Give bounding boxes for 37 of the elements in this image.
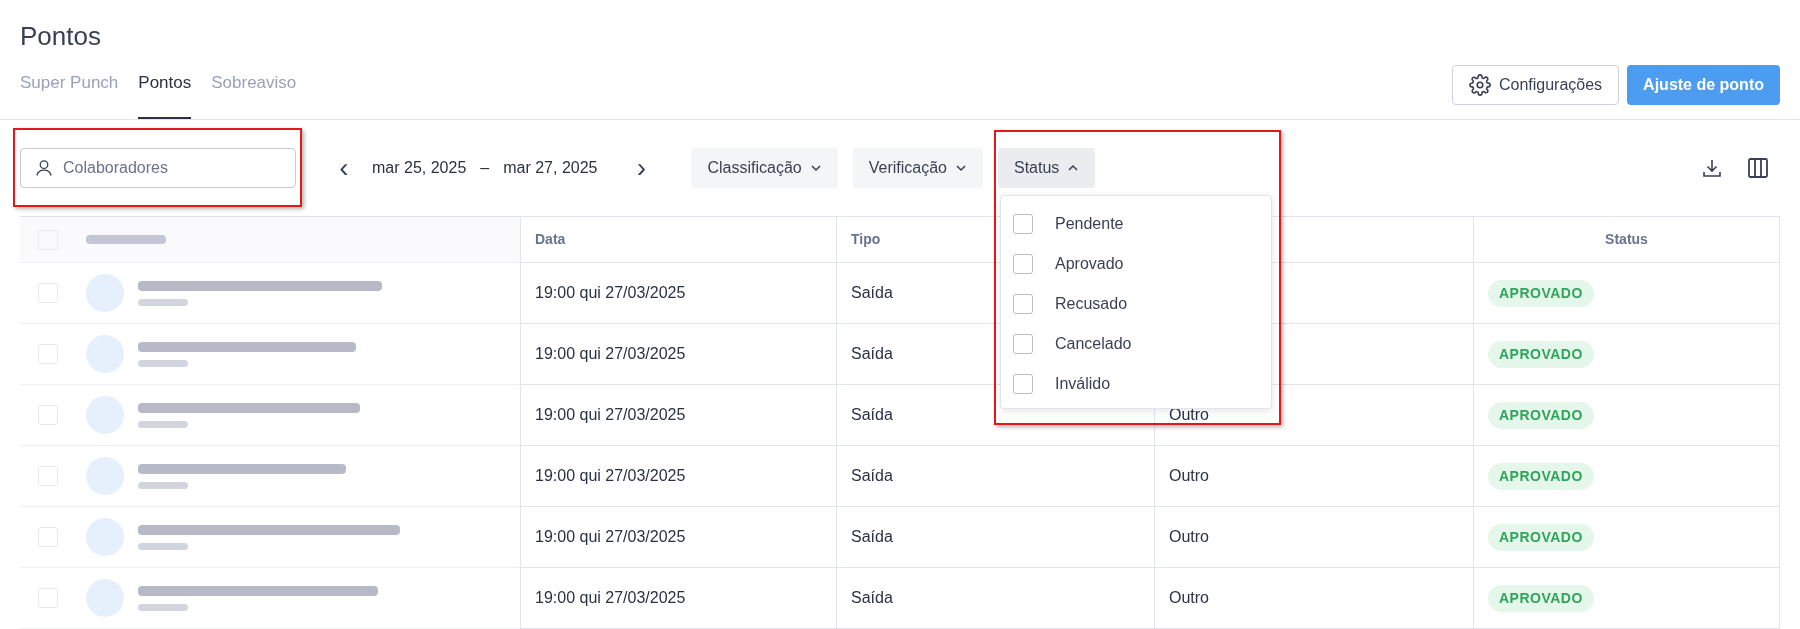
table-cell: 19:00 qui 27/03/2025 bbox=[520, 263, 836, 324]
column-header: Data bbox=[520, 217, 836, 263]
option-label[interactable]: Aprovado bbox=[1055, 252, 1124, 276]
status-badge: APROVADO bbox=[1488, 462, 1594, 490]
tab[interactable]: Pontos bbox=[138, 62, 192, 119]
status-badge: APROVADO bbox=[1488, 584, 1594, 612]
settings-label: Configurações bbox=[1498, 75, 1603, 95]
table-cell: Saída bbox=[836, 446, 1154, 507]
filter-dropdown[interactable]: Classificação bbox=[691, 148, 838, 188]
next-button[interactable]: › bbox=[629, 154, 654, 182]
table-cell: Saída bbox=[836, 568, 1154, 629]
end-date: mar 27, 2025 bbox=[503, 158, 598, 178]
table-cell: Outro bbox=[1154, 507, 1473, 568]
column-header: Status bbox=[1473, 217, 1780, 263]
table-cell: 19:00 qui 27/03/2025 bbox=[520, 568, 836, 629]
people-search-field[interactable]: Colaboradores bbox=[20, 148, 296, 188]
date-separator: – bbox=[480, 158, 490, 178]
table-cell: Outro bbox=[1154, 446, 1473, 507]
status-badge: APROVADO bbox=[1488, 401, 1594, 429]
table-cell: 19:00 qui 27/03/2025 bbox=[520, 324, 836, 385]
previous-button[interactable]: ‹ bbox=[332, 154, 356, 182]
start-date: mar 25, 2025 bbox=[372, 158, 467, 178]
page-title: Pontos bbox=[20, 20, 102, 52]
settings-button[interactable]: Configurações bbox=[1451, 65, 1620, 105]
table-cell: Outro bbox=[1154, 568, 1473, 629]
table-cell: 19:00 qui 27/03/2025 bbox=[520, 446, 836, 507]
status-badge: APROVADO bbox=[1488, 279, 1594, 307]
option-label[interactable]: Cancelado bbox=[1055, 332, 1132, 356]
option-label[interactable]: Recusado bbox=[1055, 292, 1128, 316]
table-cell: Saída bbox=[836, 507, 1154, 568]
filter-dropdown[interactable]: Verificação bbox=[852, 148, 983, 188]
option-label[interactable]: Pendente bbox=[1055, 212, 1124, 236]
status-badge: APROVADO bbox=[1488, 340, 1594, 368]
table-cell: 19:00 qui 27/03/2025 bbox=[520, 385, 836, 446]
filter-dropdown[interactable]: Status bbox=[998, 148, 1096, 188]
table-cell: 19:00 qui 27/03/2025 bbox=[520, 507, 836, 568]
status-badge: APROVADO bbox=[1488, 523, 1594, 551]
